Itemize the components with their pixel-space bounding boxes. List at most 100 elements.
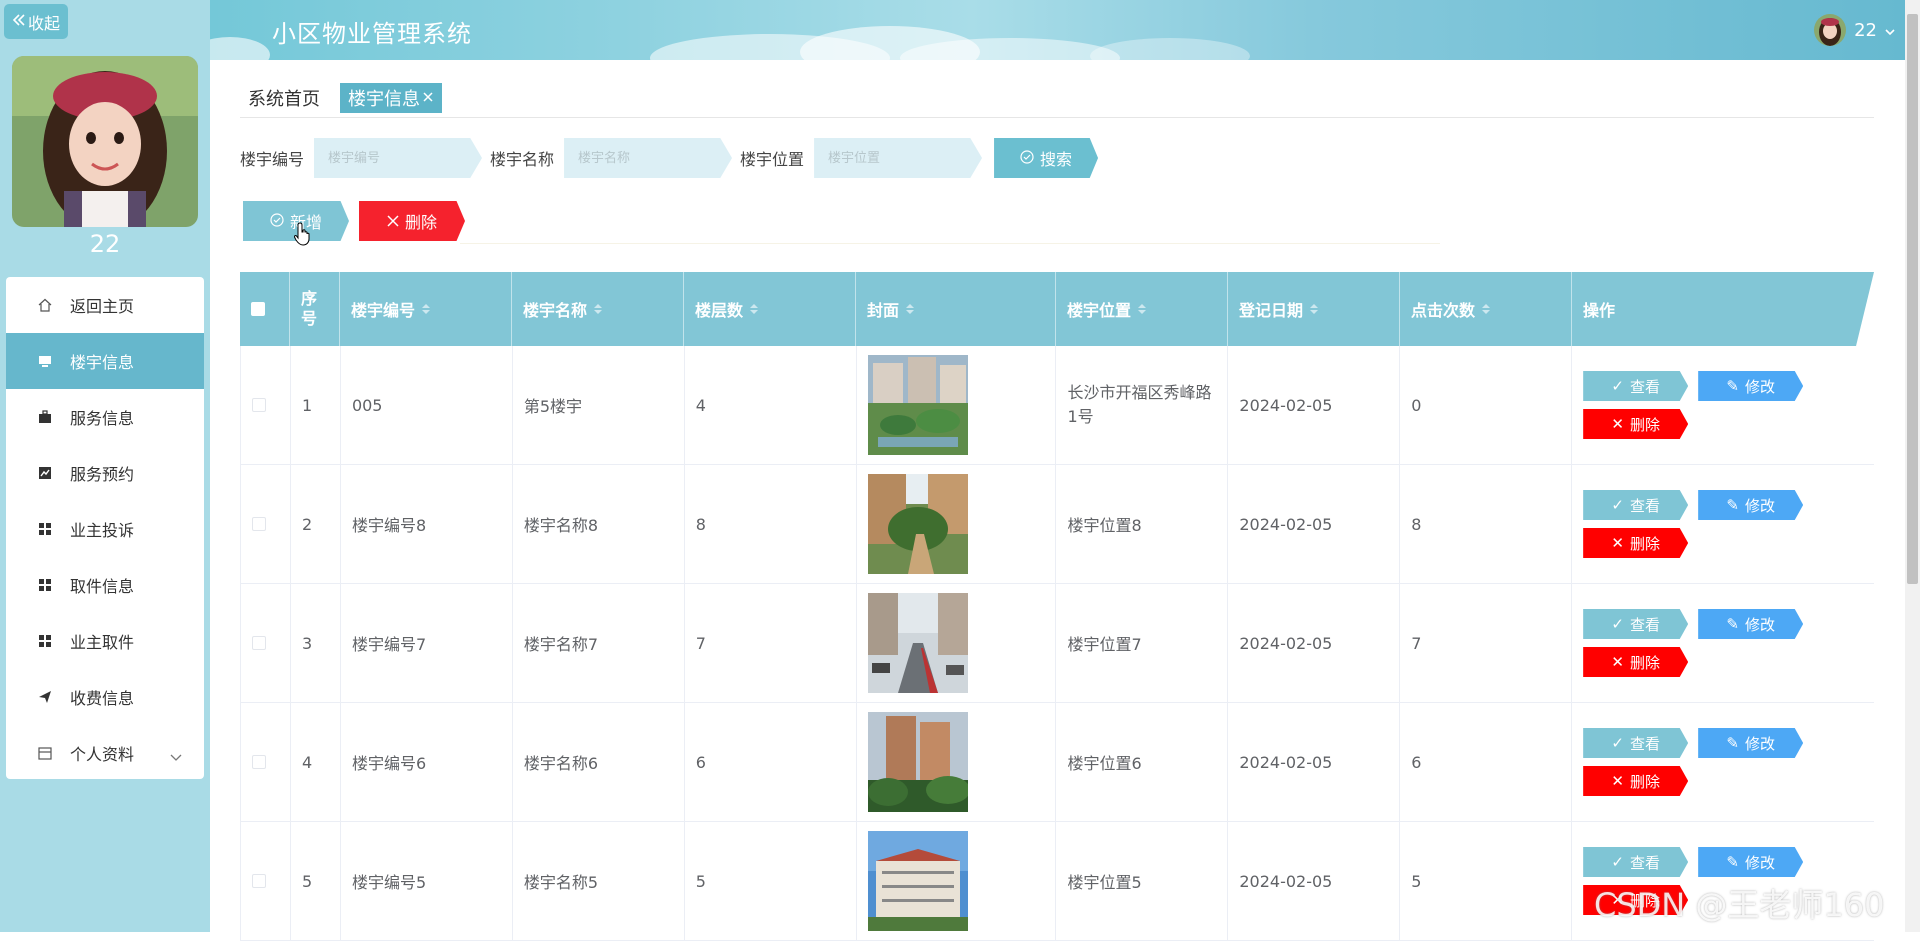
view-button-label: 查看 <box>1629 615 1660 634</box>
cell-clicks: 7 <box>1400 584 1573 702</box>
building-cover-image[interactable] <box>867 593 968 693</box>
edit-button[interactable]: ✎ 修改 <box>1698 847 1804 877</box>
page-scrollbar-thumb[interactable] <box>1907 14 1918 584</box>
menu-item-label: 个人资料 <box>70 745 135 764</box>
row-checkbox[interactable] <box>252 517 266 531</box>
view-button[interactable]: ✓ 查看 <box>1583 371 1689 401</box>
menu-item-profile[interactable]: 个人资料 <box>6 725 204 781</box>
delete-button[interactable]: ✕ 删除 <box>1583 766 1689 796</box>
table-header: 序号 楼宇编号 楼宇名称 楼层数 封面 楼宇位置 登记日期 点击次数 操作 <box>240 272 1874 346</box>
menu-item-service-booking[interactable]: 服务预约 <box>6 445 204 501</box>
building-cover-image[interactable] <box>867 474 968 574</box>
delete-button-label: 删除 <box>404 213 437 232</box>
cell-location: 楼宇位置5 <box>1056 822 1229 940</box>
menu-item-label: 服务预约 <box>70 465 135 484</box>
edit-button[interactable]: ✎ 修改 <box>1698 728 1804 758</box>
search-input-code[interactable] <box>314 138 483 178</box>
menu-item-fee-info[interactable]: 收费信息 <box>6 669 204 725</box>
tab-building-info[interactable]: 楼宇信息 <box>340 82 442 113</box>
check-circle-icon <box>270 212 284 231</box>
batch-delete-button[interactable]: 删除 <box>359 201 465 241</box>
collapse-button[interactable]: 收起 <box>4 4 68 39</box>
edit-button[interactable]: ✎ 修改 <box>1698 490 1804 520</box>
sort-icon <box>906 304 915 314</box>
search-label-code: 楼宇编号 <box>240 150 305 169</box>
edit-button-label: 修改 <box>1744 615 1775 634</box>
column-header-index: 序号 <box>290 272 340 346</box>
breadcrumb: 系统首页 楼宇信息 <box>240 78 1874 118</box>
delete-button[interactable]: ✕ 删除 <box>1583 528 1689 558</box>
search-input-name[interactable] <box>564 138 733 178</box>
column-header-name[interactable]: 楼宇名称 <box>512 272 684 346</box>
tab-home[interactable]: 系统首页 <box>240 83 328 113</box>
cell-floors: 4 <box>685 346 857 464</box>
chevron-down-icon <box>170 747 182 766</box>
row-select-cell <box>241 465 291 583</box>
chevron-down-icon <box>1885 20 1895 41</box>
sort-icon <box>1310 304 1319 314</box>
double-chevron-left-icon <box>12 12 26 31</box>
menu-item-owner-pickup[interactable]: 业主取件 <box>6 613 204 669</box>
column-header-location[interactable]: 楼宇位置 <box>1056 272 1228 346</box>
cell-index: 4 <box>291 703 341 821</box>
edit-button[interactable]: ✎ 修改 <box>1698 609 1804 639</box>
row-checkbox[interactable] <box>252 755 266 769</box>
cell-cover <box>857 703 1057 821</box>
close-icon: ✕ <box>1611 415 1624 433</box>
cell-name: 楼宇名称8 <box>513 465 685 583</box>
column-header-cover[interactable]: 封面 <box>856 272 1056 346</box>
view-button[interactable]: ✓ 查看 <box>1583 609 1689 639</box>
row-checkbox[interactable] <box>252 398 266 412</box>
close-icon <box>387 212 399 231</box>
menu-item-label: 返回主页 <box>70 297 135 316</box>
close-icon[interactable] <box>422 87 434 108</box>
send-icon <box>38 690 52 704</box>
menu-item-building-info[interactable]: 楼宇信息 <box>6 333 204 389</box>
view-button[interactable]: ✓ 查看 <box>1583 490 1689 520</box>
select-all-checkbox[interactable] <box>251 302 265 316</box>
delete-button-label: 删除 <box>1629 653 1660 672</box>
view-button[interactable]: ✓ 查看 <box>1583 728 1689 758</box>
menu-item-label: 收费信息 <box>70 689 135 708</box>
search-button[interactable]: 搜索 <box>994 138 1099 178</box>
cell-code: 楼宇编号7 <box>341 584 513 702</box>
column-header-clicks[interactable]: 点击次数 <box>1400 272 1572 346</box>
watermark: CSDN @王老师160 <box>1594 886 1885 924</box>
grid-icon <box>38 522 52 536</box>
building-cover-image[interactable] <box>867 831 968 931</box>
building-table: 序号 楼宇编号 楼宇名称 楼层数 封面 楼宇位置 登记日期 点击次数 操作 1 … <box>240 272 1874 941</box>
header-user-menu[interactable]: 22 <box>1814 14 1895 46</box>
view-button[interactable]: ✓ 查看 <box>1583 847 1689 877</box>
divider <box>460 243 1440 244</box>
menu-item-label: 业主取件 <box>70 633 135 652</box>
cell-date: 2024-02-05 <box>1228 822 1401 940</box>
edit-button-label: 修改 <box>1744 734 1775 753</box>
search-label-location: 楼宇位置 <box>740 150 805 169</box>
row-checkbox[interactable] <box>252 874 266 888</box>
cell-actions: ✓ 查看 ✎ 修改 ✕ 删除 <box>1572 584 1874 702</box>
delete-button[interactable]: ✕ 删除 <box>1583 409 1689 439</box>
delete-button-label: 删除 <box>1629 772 1660 791</box>
menu-item-service-info[interactable]: 服务信息 <box>6 389 204 445</box>
column-header-code[interactable]: 楼宇编号 <box>340 272 512 346</box>
delete-button[interactable]: ✕ 删除 <box>1583 647 1689 677</box>
column-header-date[interactable]: 登记日期 <box>1228 272 1400 346</box>
column-header-label: 楼宇编号 <box>351 301 416 320</box>
building-cover-image[interactable] <box>867 355 968 455</box>
column-header-label: 登记日期 <box>1239 301 1304 320</box>
column-header-label: 点击次数 <box>1411 301 1476 320</box>
sidebar-username: 22 <box>89 230 121 258</box>
search-input-location[interactable] <box>814 138 983 178</box>
cell-code: 楼宇编号5 <box>341 822 513 940</box>
menu-item-pickup-info[interactable]: 取件信息 <box>6 557 204 613</box>
view-button-label: 查看 <box>1629 734 1660 753</box>
menu-item-home[interactable]: 返回主页 <box>6 277 204 333</box>
row-checkbox[interactable] <box>252 636 266 650</box>
cell-floors: 6 <box>685 703 857 821</box>
chart-icon <box>38 466 52 480</box>
menu-item-owner-complaint[interactable]: 业主投诉 <box>6 501 204 557</box>
cell-name: 楼宇名称6 <box>513 703 685 821</box>
edit-button[interactable]: ✎ 修改 <box>1698 371 1804 401</box>
building-cover-image[interactable] <box>867 712 968 812</box>
column-header-floors[interactable]: 楼层数 <box>684 272 856 346</box>
